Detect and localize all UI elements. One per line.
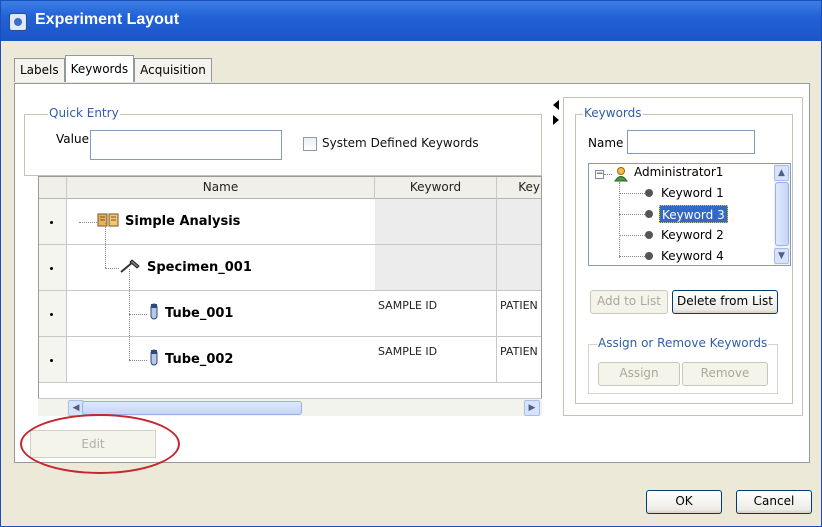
window-title: Experiment Layout [35,11,180,28]
tab-bar: Labels Keywords Acquisition [14,55,212,82]
user-icon [613,166,629,185]
row-name-cell: Tube_002 [149,337,233,382]
table-row[interactable]: Tube_002 SAMPLE ID PATIEN [39,291,541,383]
row-name-label: Specimen_001 [147,260,252,275]
row-name-cell: Specimen_001 [119,245,252,290]
tab-acquisition[interactable]: Acquisition [134,58,212,82]
keyword-2-cell[interactable]: PATIEN [497,337,541,382]
row-name-cell: Tube_001 [149,291,233,336]
tab-labels[interactable]: Labels [14,58,65,82]
horizontal-scroll-thumb[interactable] [82,401,302,415]
app-icon [9,13,27,31]
collapse-node-icon[interactable]: − [595,170,604,179]
column-header-keyword-2[interactable]: Key [497,177,541,199]
column-header-keyword[interactable]: Keyword [375,177,497,199]
system-defined-keywords-checkbox[interactable] [303,137,317,151]
keyword-bullet-icon [645,210,653,218]
collapse-left-icon[interactable] [553,100,559,110]
header-row-selector [39,177,67,199]
book-icon [97,212,119,232]
keyword-2-cell[interactable]: PATIEN [497,291,541,336]
row-selector[interactable] [39,337,67,382]
expand-right-icon[interactable] [553,115,559,125]
row-name-label: Simple Analysis [125,214,241,229]
keyword-tree[interactable]: − Administrator1 Keyword 1 Keyword 3 Key… [588,163,791,266]
horizontal-scrollbar[interactable]: ◀ ▶ [38,398,542,416]
keyword-cell[interactable]: SAMPLE ID [375,337,497,382]
row-selector[interactable] [39,291,67,336]
keyword-cell[interactable]: SAMPLE ID [375,291,497,336]
cancel-button[interactable]: Cancel [736,490,812,514]
assign-remove-legend: Assign or Remove Keywords [597,336,769,350]
row-selector[interactable] [39,199,67,244]
delete-from-list-button[interactable]: Delete from List [672,290,778,314]
keyword-2-cell[interactable] [497,199,541,244]
row-name-label: Tube_002 [165,352,234,367]
table-row[interactable]: Simple Analysis [39,199,541,245]
assign-button[interactable]: Assign [598,362,680,386]
tab-keywords[interactable]: Keywords [64,55,135,82]
title-bar[interactable]: Experiment Layout [1,1,821,41]
keyword-bullet-icon [645,231,653,239]
tree-vertical-scrollbar[interactable]: ▲ ▼ [774,164,790,265]
column-header-name[interactable]: Name [67,177,375,199]
value-input[interactable] [90,130,282,160]
panel-splitter[interactable] [552,98,560,128]
annotation-circle [20,414,180,474]
system-defined-keywords-label: System Defined Keywords [322,136,479,150]
tube-icon [149,349,159,371]
row-name-label: Tube_001 [165,306,234,321]
keyword-name-input[interactable] [627,130,755,154]
keyword-2-cell[interactable] [497,245,541,290]
keyword-cell[interactable] [375,199,497,244]
keyword-bullet-icon [645,252,653,260]
keyword-bullet-icon [645,189,653,197]
table-row[interactable]: Tube_001 SAMPLE ID PATIEN [39,269,541,337]
tree-root-label[interactable]: Administrator1 [634,165,723,179]
quick-entry-legend: Quick Entry [48,106,120,120]
scroll-right-icon[interactable]: ▶ [524,400,540,416]
layout-grid: Name Keyword Key Simple Analysis Specime… [38,176,542,416]
add-to-list-button[interactable]: Add to List [590,290,668,314]
tree-scroll-thumb[interactable] [775,182,789,246]
scroll-down-icon[interactable]: ▼ [774,248,789,264]
scroll-up-icon[interactable]: ▲ [774,165,789,181]
keywords-legend: Keywords [583,106,643,120]
row-name-cell: Simple Analysis [97,199,240,244]
row-selector[interactable] [39,245,67,290]
tree-item-keyword-4[interactable]: Keyword 4 [659,247,726,265]
ok-button[interactable]: OK [646,490,722,514]
tree-item-keyword-1[interactable]: Keyword 1 [659,184,726,202]
table-row[interactable]: Specimen_001 [39,223,541,291]
remove-button[interactable]: Remove [682,362,768,386]
name-label: Name [588,136,624,150]
tree-item-keyword-2[interactable]: Keyword 2 [659,226,726,244]
grid-header: Name Keyword Key [39,177,541,199]
tube-icon [149,303,159,325]
pipette-icon [119,258,141,278]
value-label: Value [56,132,89,146]
keyword-cell[interactable] [375,245,497,290]
tree-item-keyword-3[interactable]: Keyword 3 [659,205,728,223]
